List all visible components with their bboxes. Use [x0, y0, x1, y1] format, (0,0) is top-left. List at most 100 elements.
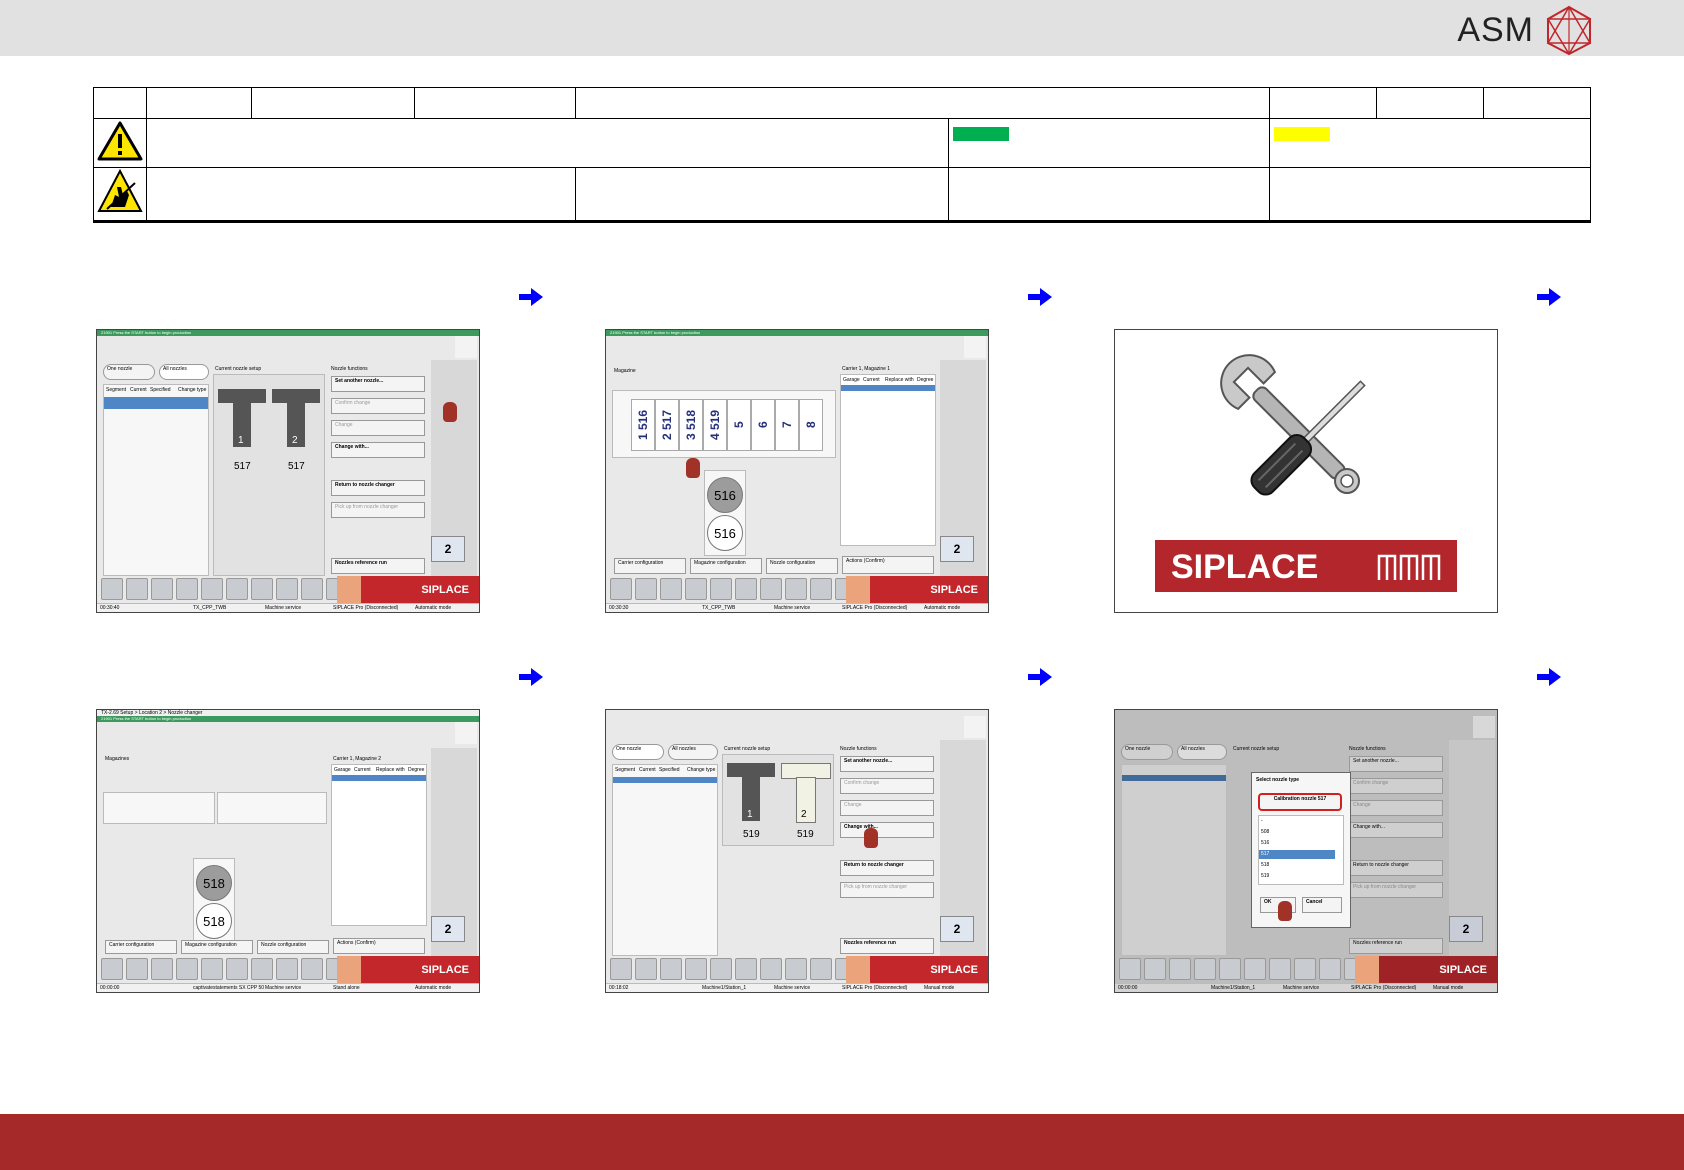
toolbar-icon[interactable]	[635, 958, 657, 980]
toolbar-icon[interactable]	[176, 958, 198, 980]
toolbar-icon[interactable]	[101, 958, 123, 980]
toolbar-icon[interactable]	[1169, 958, 1191, 980]
confirm-change-button[interactable]: Confirm change	[331, 398, 425, 414]
info-icon[interactable]	[964, 716, 986, 738]
magazine-slot[interactable]: 4 519	[703, 399, 727, 451]
badge-2[interactable]: 2	[431, 536, 465, 562]
magazine-configuration-button[interactable]: Magazine configuration	[181, 940, 253, 954]
toolbar-icon[interactable]	[785, 578, 807, 600]
toolbar-icon[interactable]	[151, 958, 173, 980]
toolbar-icon[interactable]	[276, 958, 298, 980]
toolbar-icon[interactable]	[1119, 958, 1141, 980]
change-with-button[interactable]: Change with...	[840, 822, 934, 838]
wrench-icon[interactable]	[337, 576, 361, 604]
tab-all-nozzles[interactable]: All nozzles	[1177, 744, 1227, 760]
magazine-configuration-button[interactable]: Magazine configuration	[690, 558, 762, 574]
table-row-selected[interactable]	[1122, 775, 1226, 781]
toolbar-icon[interactable]	[226, 958, 248, 980]
toolbar-icon[interactable]	[610, 578, 632, 600]
toolbar-icon[interactable]	[710, 578, 732, 600]
toolbar-icon[interactable]	[1319, 958, 1341, 980]
change-button[interactable]: Change	[331, 420, 425, 436]
badge-2[interactable]: 2	[1449, 916, 1483, 942]
table-row-selected[interactable]	[841, 385, 935, 391]
toolbar-icon[interactable]	[1144, 958, 1166, 980]
wrench-icon[interactable]	[846, 956, 870, 984]
tab-one-nozzle[interactable]: One nozzle	[103, 364, 155, 380]
info-icon[interactable]	[455, 722, 477, 744]
toolbar-icon[interactable]	[760, 578, 782, 600]
magazine-slot[interactable]: 8	[799, 399, 823, 451]
toolbar-icon[interactable]	[785, 958, 807, 980]
toolbar-icon[interactable]	[1269, 958, 1291, 980]
toolbar-icon[interactable]	[301, 578, 323, 600]
toolbar-icon[interactable]	[1219, 958, 1241, 980]
change-button[interactable]: Change	[840, 800, 934, 816]
wrench-icon[interactable]	[846, 576, 870, 604]
pickup-button[interactable]: Pick up from nozzle changer	[840, 882, 934, 898]
toolbar-icon[interactable]	[276, 578, 298, 600]
tab-one-nozzle[interactable]: One nozzle	[612, 744, 664, 760]
confirm-change-button[interactable]: Confirm change	[840, 778, 934, 794]
list-item-selected[interactable]	[1259, 850, 1335, 859]
carrier-configuration-button[interactable]: Carrier configuration	[614, 558, 686, 574]
nozzle-configuration-button[interactable]: Nozzle configuration	[257, 940, 329, 954]
reference-run-button[interactable]: Nozzles reference run	[840, 938, 934, 954]
toolbar-icon[interactable]	[126, 578, 148, 600]
magazine-slot[interactable]: 1 516	[631, 399, 655, 451]
change-button[interactable]: Change	[1349, 800, 1443, 816]
pickup-button[interactable]: Pick up from nozzle changer	[331, 502, 425, 518]
nozzle-configuration-button[interactable]: Nozzle configuration	[766, 558, 838, 574]
wrench-icon[interactable]	[337, 956, 361, 984]
change-with-button[interactable]: Change with...	[1349, 822, 1443, 838]
toolbar-icon[interactable]	[201, 578, 223, 600]
list-item[interactable]: 516	[1261, 840, 1269, 846]
return-to-changer-button[interactable]: Return to nozzle changer	[840, 860, 934, 876]
toolbar-icon[interactable]	[101, 578, 123, 600]
tab-all-nozzles[interactable]: All nozzles	[668, 744, 718, 760]
toolbar-icon[interactable]	[710, 958, 732, 980]
list-item[interactable]: 508	[1261, 829, 1269, 835]
list-item[interactable]: 519	[1261, 873, 1269, 879]
cancel-button[interactable]: Cancel	[1302, 897, 1342, 913]
table-row-selected[interactable]	[104, 397, 208, 409]
toolbar-icon[interactable]	[151, 578, 173, 600]
toolbar-icon[interactable]	[760, 958, 782, 980]
table-row-selected[interactable]	[332, 775, 426, 781]
list-item[interactable]: 517	[1261, 851, 1269, 857]
wrench-icon[interactable]	[1355, 956, 1379, 984]
set-another-nozzle-button[interactable]: Set another nozzle...	[331, 376, 425, 392]
magazine-slot[interactable]: 6	[751, 399, 775, 451]
magazine-slot[interactable]: 7	[775, 399, 799, 451]
badge-2[interactable]: 2	[940, 536, 974, 562]
toolbar-icon[interactable]	[201, 958, 223, 980]
badge-2[interactable]: 2	[431, 916, 465, 942]
reference-run-button[interactable]: Nozzles reference run	[331, 558, 425, 574]
list-item[interactable]: 518	[1261, 862, 1269, 868]
confirm-change-button[interactable]: Confirm change	[1349, 778, 1443, 794]
toolbar-icon[interactable]	[610, 958, 632, 980]
toolbar-icon[interactable]	[810, 578, 832, 600]
info-icon[interactable]	[964, 336, 986, 358]
set-another-nozzle-button[interactable]: Set another nozzle...	[1349, 756, 1443, 772]
info-icon[interactable]	[1473, 716, 1495, 738]
toolbar-icon[interactable]	[176, 578, 198, 600]
actions-dropdown[interactable]: Actions (Confirm)	[333, 938, 425, 954]
calibration-nozzle-button[interactable]: Calibration nozzle 517	[1258, 793, 1342, 811]
change-with-button[interactable]: Change with...	[331, 442, 425, 458]
magazine-slot[interactable]: 3 518	[679, 399, 703, 451]
tab-one-nozzle[interactable]: One nozzle	[1121, 744, 1173, 760]
magazine-slot[interactable]: 5	[727, 399, 751, 451]
toolbar-icon[interactable]	[735, 958, 757, 980]
tab-all-nozzles[interactable]: All nozzles	[159, 364, 209, 380]
carrier-configuration-button[interactable]: Carrier configuration	[105, 940, 177, 954]
toolbar-icon[interactable]	[301, 958, 323, 980]
toolbar-icon[interactable]	[810, 958, 832, 980]
return-to-changer-button[interactable]: Return to nozzle changer	[331, 480, 425, 496]
info-icon[interactable]	[455, 336, 477, 358]
table-row-selected[interactable]	[613, 777, 717, 783]
toolbar-icon[interactable]	[1294, 958, 1316, 980]
actions-dropdown[interactable]: Actions (Confirm)	[842, 556, 934, 574]
return-to-changer-button[interactable]: Return to nozzle changer	[1349, 860, 1443, 876]
pickup-button[interactable]: Pick up from nozzle changer	[1349, 882, 1443, 898]
